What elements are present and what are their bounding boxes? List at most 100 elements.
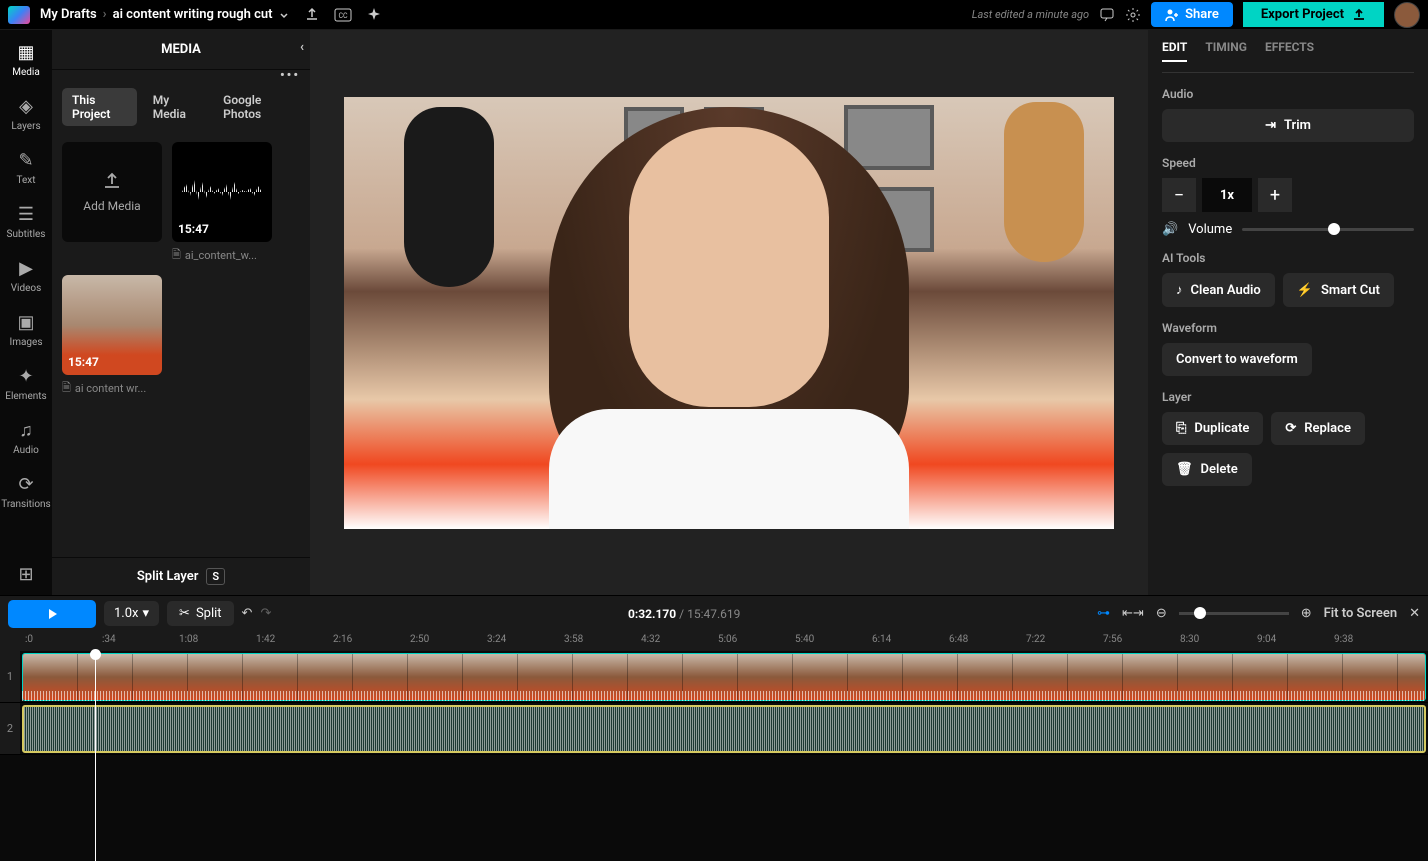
rail-videos[interactable]: ▶Videos bbox=[11, 258, 42, 294]
comment-icon[interactable] bbox=[1099, 7, 1115, 23]
duplicate-button[interactable]: ⎘Duplicate bbox=[1162, 412, 1263, 445]
left-rail: ▦Media ◈Layers ✎Text ☰Subtitles ▶Videos … bbox=[0, 30, 52, 595]
share-label: Share bbox=[1185, 7, 1219, 22]
volume-icon[interactable]: 🔊 bbox=[1162, 222, 1178, 237]
rail-text[interactable]: ✎Text bbox=[16, 150, 35, 186]
speed-increase-button[interactable]: + bbox=[1258, 178, 1292, 212]
replace-button[interactable]: ⟳Replace bbox=[1271, 412, 1365, 445]
app-logo[interactable] bbox=[8, 6, 30, 24]
share-button[interactable]: Share bbox=[1151, 2, 1233, 27]
video-clip[interactable] bbox=[22, 653, 1426, 701]
volume-slider[interactable] bbox=[1242, 228, 1414, 231]
section-ai-tools: AI Tools bbox=[1162, 251, 1414, 265]
rail-subtitles[interactable]: ☰Subtitles bbox=[7, 204, 46, 240]
ruler-tick: 1:08 bbox=[179, 634, 198, 645]
images-icon: ▣ bbox=[17, 312, 34, 333]
breadcrumb-project[interactable]: ai content writing rough cut bbox=[113, 7, 273, 22]
rail-transitions[interactable]: ⟳Transitions bbox=[1, 474, 50, 510]
clean-audio-icon: ♪ bbox=[1176, 282, 1183, 298]
tab-timing[interactable]: TIMING bbox=[1205, 40, 1247, 62]
fit-to-screen-button[interactable]: Fit to Screen bbox=[1324, 606, 1397, 621]
skip-icon[interactable]: ⇤⇥ bbox=[1122, 606, 1144, 621]
chevron-down-icon[interactable] bbox=[278, 9, 290, 21]
playhead[interactable] bbox=[95, 651, 96, 861]
last-edited-text: Last edited a minute ago bbox=[972, 8, 1089, 21]
canvas-area[interactable] bbox=[310, 30, 1148, 595]
play-button[interactable] bbox=[8, 600, 96, 628]
undo-button[interactable]: ↶ bbox=[242, 606, 253, 621]
close-icon[interactable]: ✕ bbox=[1409, 606, 1420, 621]
more-options-icon[interactable]: ••• bbox=[280, 68, 300, 83]
chevron-down-icon: ▾ bbox=[143, 606, 150, 621]
ruler-tick: 9:38 bbox=[1334, 634, 1353, 645]
convert-waveform-button[interactable]: Convert to waveform bbox=[1162, 343, 1312, 376]
tab-this-project[interactable]: This Project bbox=[62, 88, 137, 126]
waveform-thumb bbox=[182, 172, 262, 212]
tab-google-photos[interactable]: Google Photos bbox=[213, 88, 300, 126]
ruler-tick: 3:24 bbox=[487, 634, 506, 645]
export-project-button[interactable]: Export Project bbox=[1243, 2, 1384, 27]
track-row: 1 bbox=[0, 651, 1428, 703]
upload-icon[interactable] bbox=[304, 7, 320, 23]
media-item-video[interactable]: 15:47 🗎ai content wr... bbox=[62, 275, 162, 398]
chevron-right-icon: › bbox=[103, 7, 107, 22]
user-avatar[interactable] bbox=[1394, 2, 1420, 28]
export-label: Export Project bbox=[1261, 7, 1344, 22]
keyboard-shortcut: S bbox=[206, 568, 225, 585]
file-icon: 🗎 bbox=[62, 379, 71, 398]
duration-badge: 15:47 bbox=[68, 355, 99, 369]
rail-audio[interactable]: ♫Audio bbox=[13, 420, 39, 456]
speed-value[interactable]: 1x bbox=[1202, 178, 1252, 212]
ruler-tick: 2:50 bbox=[410, 634, 429, 645]
ruler-tick: 4:32 bbox=[641, 634, 660, 645]
export-icon bbox=[1352, 8, 1366, 22]
section-layer: Layer bbox=[1162, 390, 1414, 404]
rail-apps[interactable]: ⊞ bbox=[18, 564, 33, 585]
tab-edit[interactable]: EDIT bbox=[1162, 40, 1187, 62]
zoom-slider[interactable] bbox=[1179, 612, 1289, 615]
text-icon: ✎ bbox=[18, 150, 33, 171]
ruler-tick: 5:06 bbox=[718, 634, 737, 645]
smart-cut-button[interactable]: ⚡Smart Cut bbox=[1283, 273, 1394, 307]
breadcrumb-root[interactable]: My Drafts bbox=[40, 7, 97, 22]
clean-audio-button[interactable]: ♪Clean Audio bbox=[1162, 273, 1275, 307]
tab-my-media[interactable]: My Media bbox=[143, 88, 207, 126]
zoom-out-icon[interactable]: ⊖ bbox=[1156, 606, 1167, 621]
audio-clip[interactable] bbox=[22, 705, 1426, 753]
trim-icon: ⇥ bbox=[1265, 118, 1276, 133]
scissors-icon: ✂ bbox=[179, 606, 190, 621]
media-item-audio[interactable]: 15:47 🗎ai_content_w... bbox=[172, 142, 272, 265]
magnet-icon[interactable]: ⊶ bbox=[1097, 606, 1110, 621]
section-audio: Audio bbox=[1162, 87, 1414, 101]
rail-layers[interactable]: ◈Layers bbox=[11, 96, 40, 132]
split-button[interactable]: ✂Split bbox=[167, 601, 234, 626]
trim-button[interactable]: ⇥ Trim bbox=[1162, 109, 1414, 142]
redo-button[interactable]: ↷ bbox=[260, 606, 271, 621]
media-panel: MEDIA ‹ ••• This Project My Media Google… bbox=[52, 30, 310, 595]
sparkle-icon[interactable] bbox=[366, 7, 382, 23]
duplicate-icon: ⎘ bbox=[1176, 421, 1186, 436]
collapse-panel-icon[interactable]: ‹ bbox=[300, 40, 304, 55]
add-media-card[interactable]: Add Media bbox=[62, 142, 162, 265]
rail-elements[interactable]: ✦Elements bbox=[5, 366, 46, 402]
transitions-icon: ⟳ bbox=[18, 474, 33, 495]
smart-cut-icon: ⚡ bbox=[1297, 283, 1313, 298]
tab-effects[interactable]: EFFECTS bbox=[1265, 40, 1314, 62]
delete-button[interactable]: 🗑Delete bbox=[1162, 453, 1252, 486]
rail-media[interactable]: ▦Media bbox=[12, 42, 40, 78]
ruler-tick: :0 bbox=[25, 634, 33, 645]
closed-caption-icon[interactable]: CC bbox=[334, 8, 352, 22]
time-display: 0:32.170 / 15:47.619 bbox=[628, 607, 740, 621]
ruler-tick: :34 bbox=[102, 634, 116, 645]
split-layer-bar[interactable]: Split Layer S bbox=[52, 557, 310, 595]
ruler-tick: 2:16 bbox=[333, 634, 352, 645]
ruler-tick: 9:04 bbox=[1257, 634, 1276, 645]
timeline[interactable]: :0:341:081:422:162:503:243:584:325:065:4… bbox=[0, 631, 1428, 861]
rail-images[interactable]: ▣Images bbox=[9, 312, 42, 348]
speed-decrease-button[interactable]: − bbox=[1162, 178, 1196, 212]
svg-text:CC: CC bbox=[339, 12, 349, 20]
gear-icon[interactable] bbox=[1125, 7, 1141, 23]
timeline-ruler[interactable]: :0:341:081:422:162:503:243:584:325:065:4… bbox=[0, 631, 1428, 651]
playback-speed-select[interactable]: 1.0x▾ bbox=[104, 601, 159, 626]
zoom-in-icon[interactable]: ⊕ bbox=[1301, 606, 1312, 621]
